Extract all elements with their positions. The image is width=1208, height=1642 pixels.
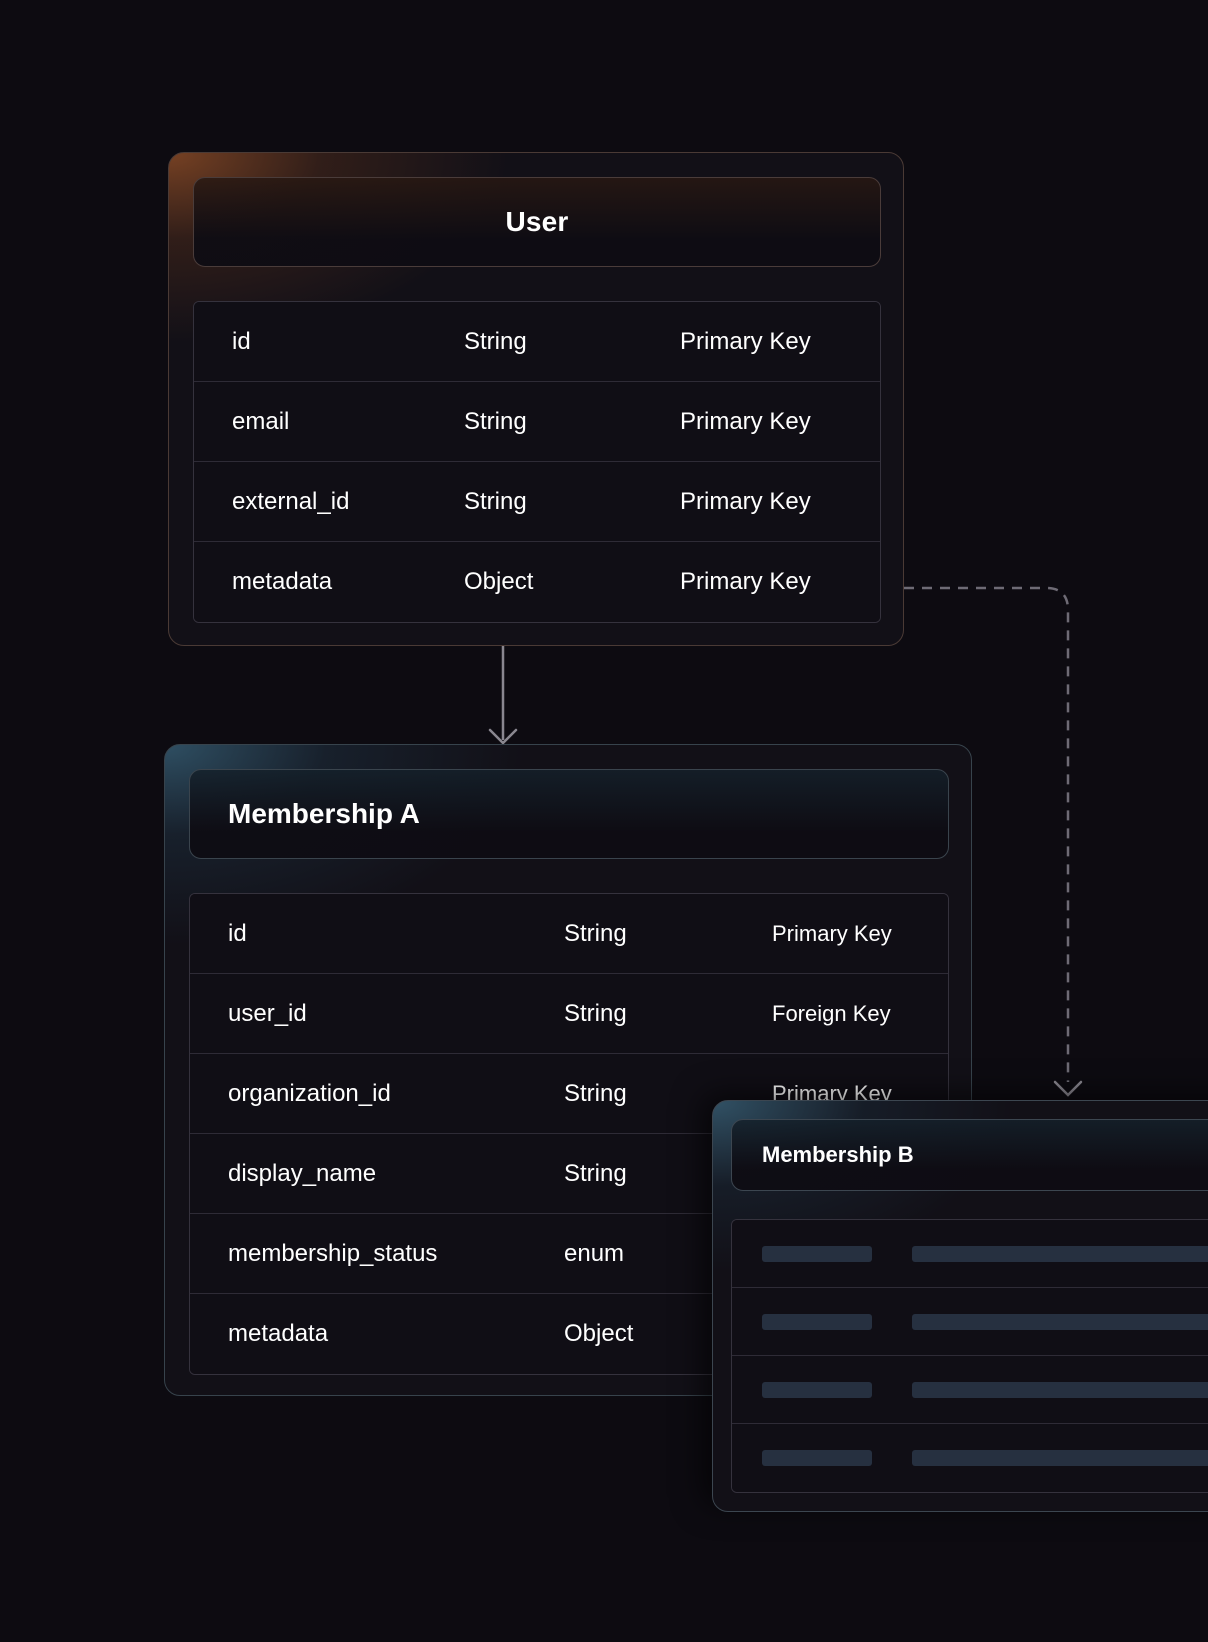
membership-b-entity-header: Membership B <box>731 1119 1208 1191</box>
field-name: membership_status <box>228 1239 438 1267</box>
placeholder-bar <box>912 1382 1208 1398</box>
field-name: metadata <box>232 568 333 595</box>
arrowhead-down-icon <box>488 728 518 745</box>
placeholder-bar <box>762 1382 872 1398</box>
placeholder-bar <box>762 1246 872 1262</box>
field-type: Object <box>564 1320 634 1347</box>
user-entity-card[interactable]: User id String Primary Key email String … <box>168 152 904 646</box>
membership-b-entity-title: Membership B <box>762 1142 914 1167</box>
placeholder-bar <box>762 1314 872 1330</box>
user-fields-table: id String Primary Key email String Prima… <box>193 301 881 623</box>
field-key: Primary Key <box>772 920 892 946</box>
placeholder-bar <box>912 1314 1208 1330</box>
field-key: Foreign Key <box>772 1000 891 1026</box>
table-row: user_id String Foreign Key <box>190 974 948 1054</box>
user-entity-header: User <box>193 177 881 267</box>
field-name: display_name <box>228 1159 377 1187</box>
table-row <box>732 1288 1208 1356</box>
field-type: String <box>564 1159 627 1187</box>
field-key: Primary Key <box>680 487 811 515</box>
field-name: id <box>232 327 251 355</box>
placeholder-bar <box>762 1450 872 1466</box>
field-type: String <box>564 919 627 947</box>
field-type: String <box>464 407 527 435</box>
membership-a-entity-header: Membership A <box>189 769 949 859</box>
placeholder-bar <box>912 1450 1208 1466</box>
user-entity-title: User <box>505 206 569 237</box>
table-row: external_id String Primary Key <box>194 462 880 542</box>
field-type: String <box>564 999 627 1027</box>
field-name: external_id <box>232 487 350 515</box>
field-name: email <box>232 407 290 435</box>
membership-a-entity-title: Membership A <box>228 798 420 829</box>
field-type: Object <box>464 568 534 595</box>
diagram-canvas: User id String Primary Key email String … <box>0 0 1208 1642</box>
field-type: String <box>464 487 527 515</box>
field-key: Primary Key <box>680 327 811 355</box>
arrowhead-down-icon <box>1053 1080 1083 1097</box>
field-name: metadata <box>228 1320 329 1347</box>
field-name: id <box>228 919 247 947</box>
membership-b-entity-card[interactable]: Membership B <box>712 1100 1208 1512</box>
field-type: String <box>464 327 527 355</box>
table-row <box>732 1220 1208 1288</box>
field-type: String <box>564 1079 627 1107</box>
field-type: enum <box>564 1239 625 1267</box>
table-row: id String Primary Key <box>190 894 948 974</box>
field-key: Primary Key <box>680 568 811 595</box>
table-row <box>732 1356 1208 1424</box>
field-key: Primary Key <box>680 407 811 435</box>
field-name: user_id <box>228 999 307 1027</box>
table-row: email String Primary Key <box>194 382 880 462</box>
field-name: organization_id <box>228 1079 391 1107</box>
table-row <box>732 1424 1208 1492</box>
table-row: id String Primary Key <box>194 302 880 382</box>
placeholder-bar <box>912 1246 1208 1262</box>
membership-b-fields-table <box>731 1219 1208 1493</box>
table-row: metadata Object Primary Key <box>194 542 880 622</box>
